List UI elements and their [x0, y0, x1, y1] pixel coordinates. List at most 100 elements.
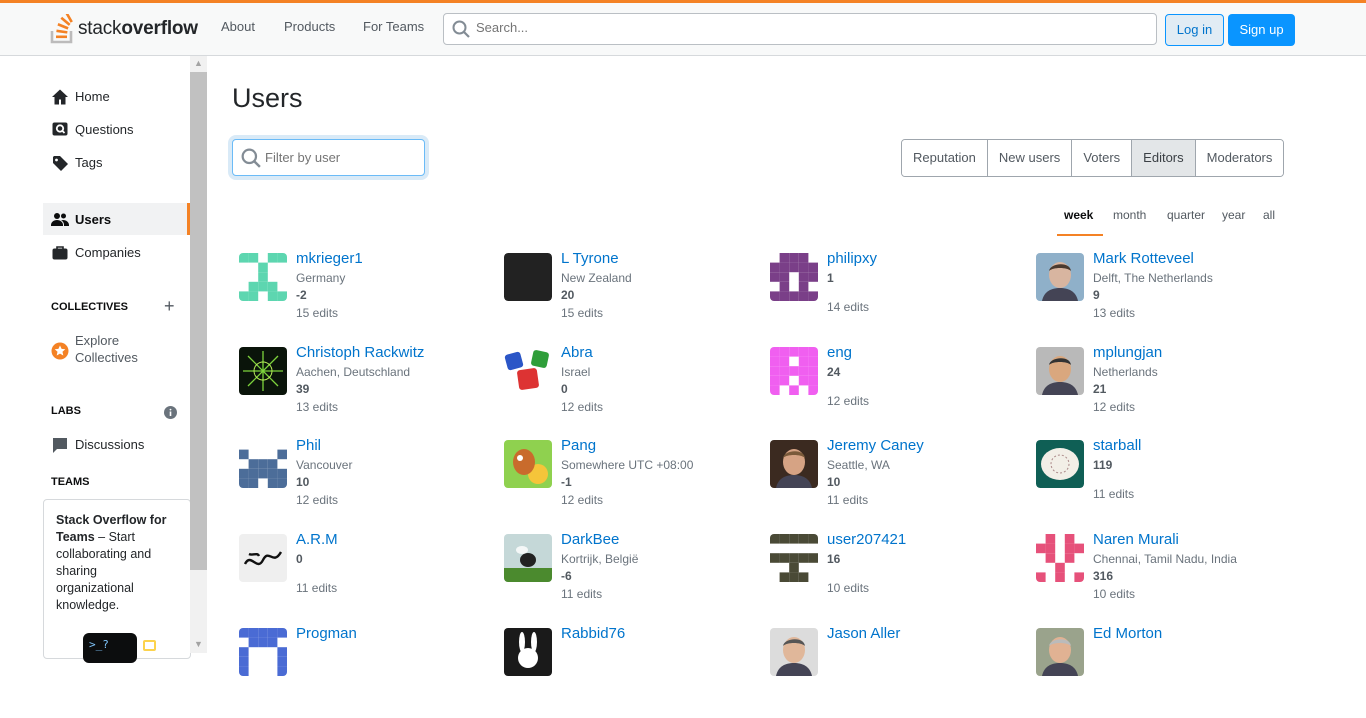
avatar[interactable] — [239, 253, 287, 301]
avatar[interactable] — [770, 440, 818, 488]
user-name-link[interactable]: Phil — [296, 437, 321, 454]
user-card: user207421 16 10 edits — [770, 531, 1010, 624]
user-name-link[interactable]: Rabbid76 — [561, 625, 625, 642]
user-name-link[interactable]: Pang — [561, 437, 596, 454]
tab-editors[interactable]: Editors — [1132, 140, 1196, 176]
user-location: Vancouver — [296, 458, 353, 472]
avatar[interactable] — [770, 628, 818, 676]
avatar[interactable] — [504, 253, 552, 301]
user-location: Israel — [561, 365, 591, 379]
sidebar-item-companies[interactable]: Companies — [43, 236, 190, 268]
avatar[interactable] — [504, 534, 552, 582]
user-location: Delft, The Netherlands — [1093, 271, 1213, 285]
avatar[interactable] — [1036, 347, 1084, 395]
nav-about[interactable]: About — [221, 19, 255, 34]
period-quarter[interactable]: quarter — [1167, 208, 1205, 222]
filter-box[interactable] — [232, 139, 425, 176]
tab-new-users[interactable]: New users — [987, 140, 1073, 176]
teams-promo: Stack Overflow for Teams – Start collabo… — [43, 499, 191, 663]
avatar[interactable] — [770, 347, 818, 395]
user-reputation: 0 — [296, 552, 303, 566]
avatar[interactable] — [504, 440, 552, 488]
user-reputation: -1 — [561, 475, 572, 489]
user-name-link[interactable]: Christoph Rackwitz — [296, 344, 424, 361]
chat-bubble-icon — [143, 640, 156, 651]
user-name-link[interactable]: mkrieger1 — [296, 250, 363, 267]
stack-logo-icon — [50, 14, 73, 44]
scroll-up-icon[interactable]: ▲ — [194, 58, 203, 68]
user-name-link[interactable]: user207421 — [827, 531, 906, 548]
briefcase-icon — [52, 246, 68, 260]
scrollbar-thumb[interactable] — [190, 72, 207, 570]
sidebar-item-users[interactable]: Users — [43, 203, 190, 235]
user-name-link[interactable]: DarkBee — [561, 531, 619, 548]
avatar[interactable] — [239, 628, 287, 676]
user-card: mplungjan Netherlands 21 12 edits — [1036, 344, 1276, 437]
user-card: Ed Morton — [1036, 625, 1276, 718]
explore-collectives-label-1: Explore — [75, 333, 120, 348]
tab-moderators[interactable]: Moderators — [1195, 140, 1284, 176]
user-card: Mark Rotteveel Delft, The Netherlands 9 13 … — [1036, 250, 1276, 343]
avatar[interactable] — [239, 440, 287, 488]
user-name-link[interactable]: Mark Rotteveel — [1093, 250, 1194, 267]
user-name-link[interactable]: Ed Morton — [1093, 625, 1162, 642]
avatar[interactable] — [504, 347, 552, 395]
user-location: Kortrijk, België — [561, 552, 639, 566]
avatar[interactable] — [1036, 534, 1084, 582]
avatar[interactable] — [1036, 440, 1084, 488]
nav-products[interactable]: Products — [284, 19, 335, 34]
sidebar-scrollbar[interactable]: ▲ ▼ — [190, 56, 207, 653]
search-box[interactable] — [443, 13, 1157, 45]
users-icon — [51, 213, 69, 226]
sidebar-item-discussions[interactable]: Discussions — [43, 428, 190, 460]
avatar[interactable] — [504, 628, 552, 676]
info-icon[interactable] — [164, 406, 177, 419]
search-icon — [452, 20, 470, 38]
filter-input[interactable] — [265, 150, 415, 165]
user-card: DarkBee Kortrijk, België -6 11 edits — [504, 531, 744, 624]
sidebar-item-home[interactable]: Home — [43, 80, 190, 112]
user-edit-count: 11 edits — [561, 587, 603, 601]
add-collective-icon[interactable]: + — [164, 296, 175, 317]
user-type-tabs: Reputation New users Voters Editors Mode… — [901, 139, 1285, 177]
scroll-down-icon[interactable]: ▼ — [194, 639, 203, 649]
period-all[interactable]: all — [1263, 208, 1275, 222]
sidebar-item-label: Home — [75, 89, 110, 104]
period-month[interactable]: month — [1113, 208, 1146, 222]
search-input[interactable] — [476, 20, 1136, 35]
user-name-link[interactable]: eng — [827, 344, 852, 361]
nav-for-teams[interactable]: For Teams — [363, 19, 424, 34]
user-name-link[interactable]: Naren Murali — [1093, 531, 1179, 548]
user-name-link[interactable]: Jason Aller — [827, 625, 900, 642]
user-edit-count: 12 edits — [561, 493, 604, 507]
period-year[interactable]: year — [1222, 208, 1245, 222]
user-name-link[interactable]: Abra — [561, 344, 593, 361]
user-name-link[interactable]: mplungjan — [1093, 344, 1162, 361]
sidebar-item-tags[interactable]: Tags — [43, 146, 190, 178]
user-edit-count: 14 edits — [827, 300, 870, 314]
tab-voters[interactable]: Voters — [1072, 140, 1133, 176]
signup-button[interactable]: Sign up — [1228, 14, 1295, 46]
user-name-link[interactable]: L Tyrone — [561, 250, 619, 267]
avatar[interactable] — [239, 347, 287, 395]
period-selected-underline — [1057, 234, 1103, 236]
labs-heading: LABS — [51, 405, 81, 417]
stackoverflow-logo[interactable]: stackoverflow — [50, 13, 198, 45]
period-week[interactable]: week — [1064, 208, 1093, 222]
sidebar-item-questions[interactable]: Questions — [43, 113, 190, 145]
user-card: Christoph Rackwitz Aachen, Deutschland 39 1… — [239, 344, 479, 437]
user-name-link[interactable]: A.R.M — [296, 531, 338, 548]
user-name-link[interactable]: Jeremy Caney — [827, 437, 924, 454]
avatar[interactable] — [770, 253, 818, 301]
avatar[interactable] — [1036, 628, 1084, 676]
user-reputation: 119 — [1093, 458, 1113, 472]
avatar[interactable] — [770, 534, 818, 582]
login-button[interactable]: Log in — [1165, 14, 1224, 46]
tab-reputation[interactable]: Reputation — [902, 140, 988, 176]
user-name-link[interactable]: philipxy — [827, 250, 877, 267]
explore-collectives-link[interactable]: Explore Collectives — [51, 332, 181, 366]
avatar[interactable] — [239, 534, 287, 582]
avatar[interactable] — [1036, 253, 1084, 301]
user-name-link[interactable]: Progman — [296, 625, 357, 642]
user-name-link[interactable]: starball — [1093, 437, 1141, 454]
